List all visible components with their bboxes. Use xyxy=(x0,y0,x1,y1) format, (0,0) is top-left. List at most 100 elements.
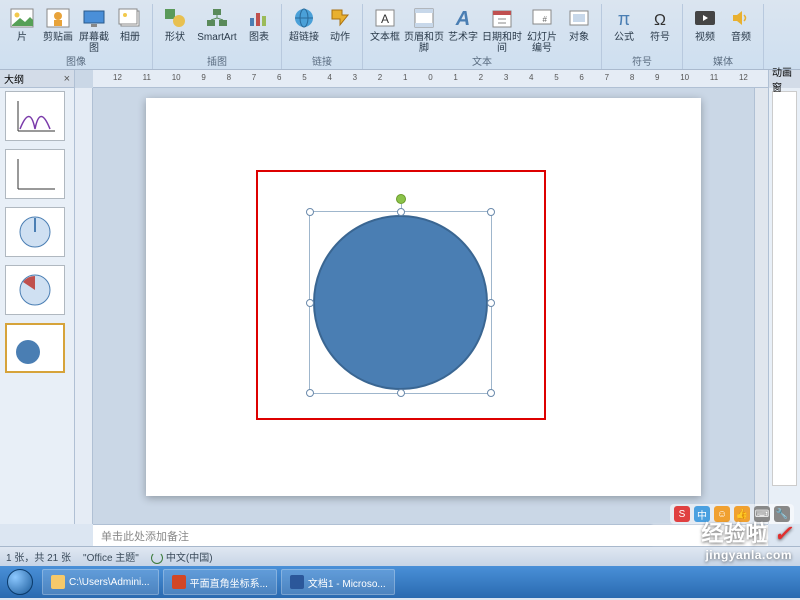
wordart-icon: A xyxy=(451,6,475,30)
ruler-tick: 10 xyxy=(172,73,181,82)
ruler-tick: 11 xyxy=(143,73,151,82)
svg-text:Ω: Ω xyxy=(654,12,666,29)
status-bar: 1 张，共 21 张 "Office 主题" 中文(中国) xyxy=(0,546,800,566)
ruler-tick: 9 xyxy=(655,73,659,82)
slide-container[interactable] xyxy=(93,88,754,524)
equation-button[interactable]: π公式 xyxy=(606,4,642,54)
resize-handle-nw[interactable] xyxy=(306,208,314,216)
start-orb-icon xyxy=(7,569,33,595)
slide-thumbnail[interactable] xyxy=(5,91,65,141)
ruler-tick: 2 xyxy=(378,73,382,82)
horizontal-ruler: 1211109876543210123456789101112 xyxy=(93,70,768,88)
slidenumber-button[interactable]: #幻灯片编号 xyxy=(523,4,561,54)
shapes-button[interactable]: 形状 xyxy=(157,4,193,54)
watermark-check-icon: ✓ xyxy=(774,521,792,546)
slide-thumbnail[interactable] xyxy=(5,149,65,199)
status-language: 中文(中国) xyxy=(166,553,213,564)
resize-handle-e[interactable] xyxy=(487,299,495,307)
chart-button[interactable]: 图表 xyxy=(241,4,277,54)
start-button[interactable] xyxy=(0,566,40,598)
video-button[interactable]: 视频 xyxy=(687,4,723,54)
resize-handle-ne[interactable] xyxy=(487,208,495,216)
hyperlink-icon xyxy=(292,6,316,30)
group-label-media: 媒体 xyxy=(683,53,763,68)
screenshot-icon xyxy=(82,6,106,30)
resize-handle-n[interactable] xyxy=(397,208,405,216)
picture-button[interactable]: 片 xyxy=(4,4,40,54)
action-button[interactable]: 动作 xyxy=(322,4,358,54)
svg-text:A: A xyxy=(381,12,389,26)
vertical-ruler xyxy=(75,88,93,524)
ruler-tick: 2 xyxy=(479,73,483,82)
video-icon xyxy=(693,6,717,30)
ruler-tick: 1 xyxy=(453,73,457,82)
watermark: 经验啦 ✓ jingyanla.com xyxy=(701,516,792,562)
album-icon xyxy=(118,6,142,30)
animation-pane-body[interactable] xyxy=(772,91,797,486)
ruler-tick: 0 xyxy=(428,73,432,82)
app-icon xyxy=(172,575,186,589)
album-button[interactable]: 相册 xyxy=(112,4,148,54)
animation-pane: 动画窗 xyxy=(768,70,800,524)
taskbar-item-label: 平面直角坐标系... xyxy=(190,575,268,590)
status-theme: "Office 主题" xyxy=(83,549,139,564)
outline-header: 大纲 × xyxy=(0,70,74,88)
outline-tab[interactable]: 大纲 xyxy=(4,71,24,86)
slide-canvas[interactable] xyxy=(146,98,701,496)
resize-handle-s[interactable] xyxy=(397,389,405,397)
resize-handle-w[interactable] xyxy=(306,299,314,307)
close-icon[interactable]: × xyxy=(64,73,70,85)
ruler-tick: 12 xyxy=(113,73,122,82)
slide-thumbnail-selected[interactable] xyxy=(5,323,65,373)
audio-button[interactable]: 音频 xyxy=(723,4,759,54)
workspace: 大纲 × 1211109876543210123456789101112 xyxy=(0,70,800,524)
ruler-tick: 5 xyxy=(302,73,306,82)
resize-handle-se[interactable] xyxy=(487,389,495,397)
resize-handle-sw[interactable] xyxy=(306,389,314,397)
ruler-tick: 3 xyxy=(353,73,357,82)
taskbar-item[interactable]: 平面直角坐标系... xyxy=(163,569,277,595)
screenshot-button[interactable]: 屏幕截图 xyxy=(76,4,112,54)
smartart-button[interactable]: SmartArt xyxy=(193,4,241,54)
center-area: 1211109876543210123456789101112 xyxy=(75,70,768,524)
refresh-icon xyxy=(151,552,163,564)
smartart-icon xyxy=(205,6,229,30)
headerfooter-button[interactable]: 页眉和页脚 xyxy=(403,4,445,54)
app-icon xyxy=(290,575,304,589)
ribbon-group-images: 片 剪贴画 屏幕截图 相册 图像 xyxy=(0,4,153,69)
symbol-button[interactable]: Ω符号 xyxy=(642,4,678,54)
svg-text:#: # xyxy=(543,15,548,24)
status-slide-count: 1 张，共 21 张 xyxy=(6,549,71,564)
ime-s-icon[interactable]: S xyxy=(674,506,690,522)
slide-thumbnail[interactable] xyxy=(5,207,65,257)
vertical-scrollbar[interactable] xyxy=(754,88,768,524)
ruler-tick: 9 xyxy=(201,73,205,82)
thumbnail-list[interactable] xyxy=(0,88,74,524)
taskbar-item[interactable]: 文档1 - Microso... xyxy=(281,569,395,595)
headerfooter-icon xyxy=(412,6,436,30)
group-label-symbols: 符号 xyxy=(602,53,682,68)
selection-box[interactable] xyxy=(309,211,492,394)
ruler-tick: 6 xyxy=(579,73,583,82)
datetime-button[interactable]: 日期和时间 xyxy=(481,4,523,54)
slidenumber-icon: # xyxy=(530,6,554,30)
object-icon xyxy=(567,6,591,30)
ribbon-group-media: 视频 音频 媒体 xyxy=(683,4,764,69)
ruler-tick: 12 xyxy=(739,73,748,82)
wordart-button[interactable]: A艺术字 xyxy=(445,4,481,54)
clipart-icon xyxy=(46,6,70,30)
hyperlink-button[interactable]: 超链接 xyxy=(286,4,322,54)
clipart-button[interactable]: 剪贴画 xyxy=(40,4,76,54)
equation-icon: π xyxy=(612,6,636,30)
ruler-tick: 8 xyxy=(227,73,231,82)
outline-pane: 大纲 × xyxy=(0,70,75,524)
watermark-brand: 经验啦 xyxy=(701,521,767,546)
slide-thumbnail[interactable] xyxy=(5,265,65,315)
textbox-button[interactable]: A文本框 xyxy=(367,4,403,54)
ruler-tick: 5 xyxy=(554,73,558,82)
datetime-icon xyxy=(490,6,514,30)
ribbon-group-insert: 形状 SmartArt 图表 插图 xyxy=(153,4,282,69)
object-button[interactable]: 对象 xyxy=(561,4,597,54)
rotation-handle[interactable] xyxy=(396,194,406,204)
taskbar-item[interactable]: C:\Users\Admini... xyxy=(42,569,159,595)
